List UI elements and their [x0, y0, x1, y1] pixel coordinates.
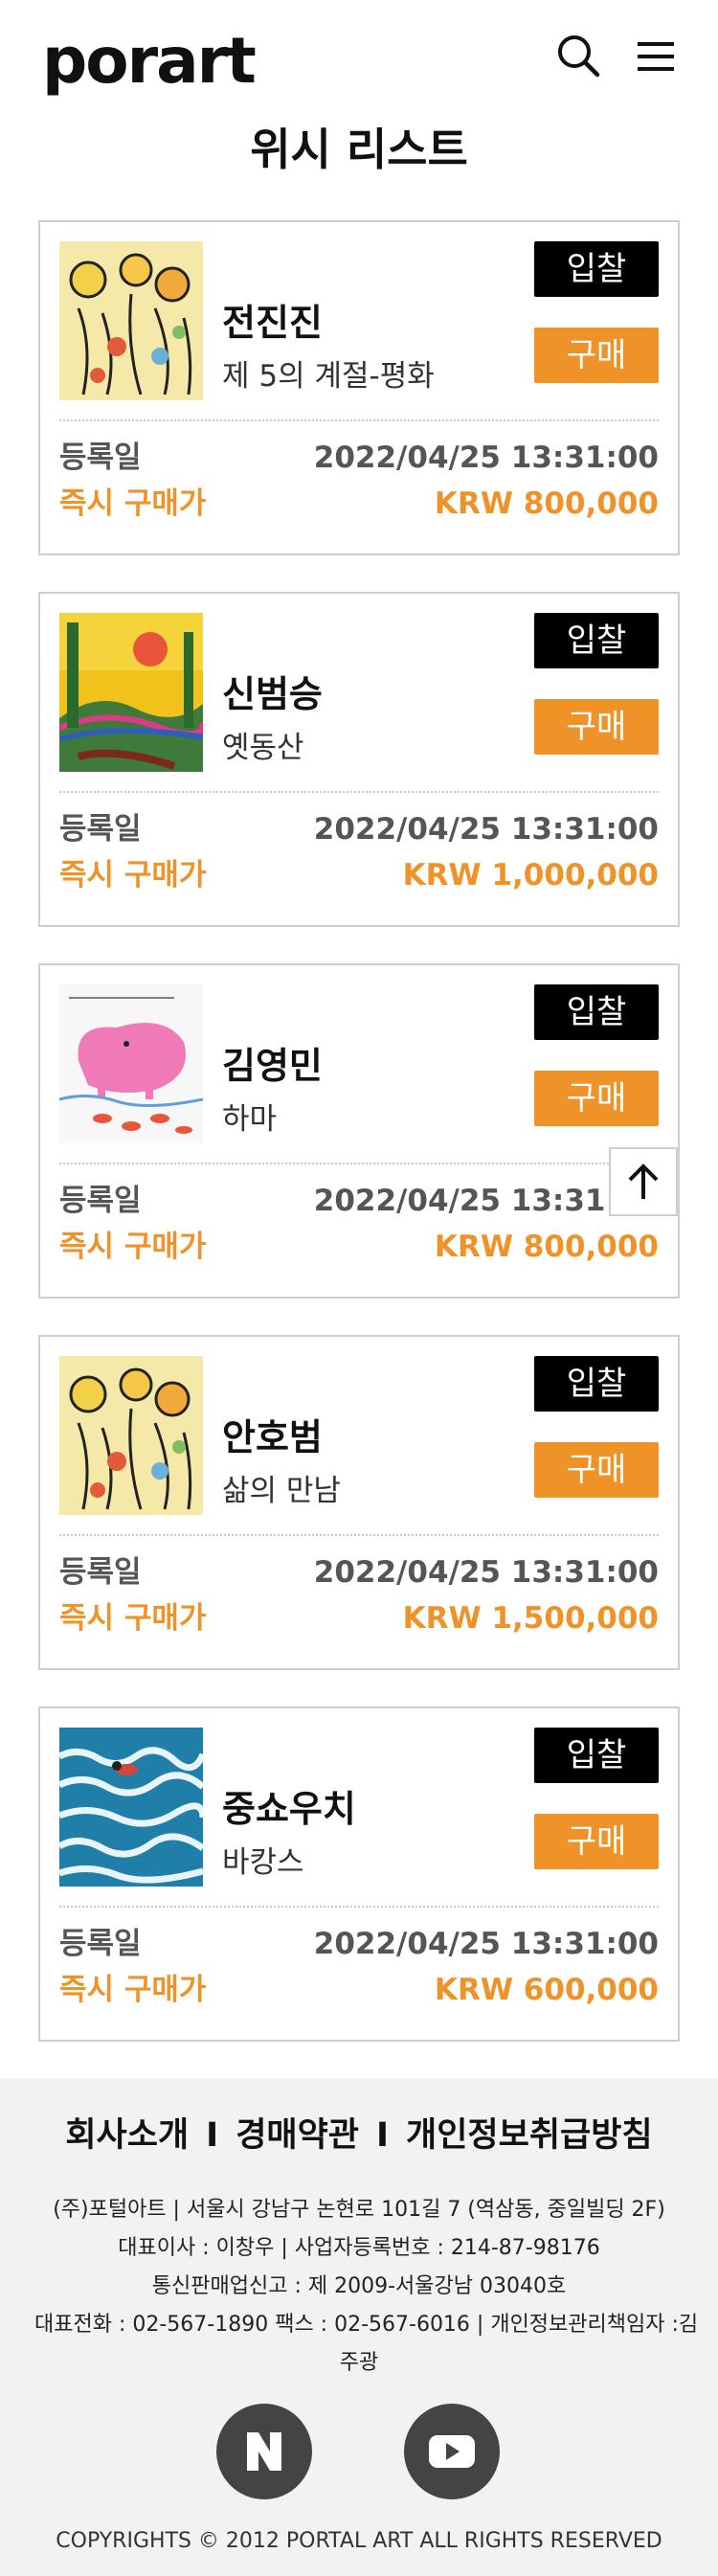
- copyright: COPYRIGHTS © 2012 PORTAL ART ALL RIGHTS …: [56, 2529, 662, 2553]
- registered-label: 등록일: [59, 812, 142, 847]
- registered-date: 2022/04/25 13:31:00: [313, 812, 659, 847]
- scroll-to-top-button[interactable]: [609, 1147, 678, 1216]
- artwork-title[interactable]: 하마: [222, 1099, 277, 1140]
- registered-date: 2022/04/25 13:31:00: [313, 1555, 659, 1590]
- buy-button[interactable]: 구매: [534, 1814, 659, 1869]
- instant-price-label: 즉시 구매가: [59, 486, 207, 521]
- instant-price-label: 즉시 구매가: [59, 858, 207, 893]
- wishlist-card: 전진진 제 5의 계절-평화 입찰 구매 등록일 2022/04/25 13:3…: [38, 220, 680, 555]
- wishlist-card: 중쇼우치 바캉스 입찰 구매 등록일 2022/04/25 13:31:00 즉…: [38, 1706, 680, 2042]
- registered-label: 등록일: [59, 1184, 142, 1218]
- registered-date: 2022/04/25 13:31:00: [313, 1184, 659, 1218]
- registered-label: 등록일: [59, 1927, 142, 1961]
- header: porart: [0, 0, 718, 115]
- artwork-title[interactable]: 옛동산: [222, 728, 304, 768]
- instant-price-value: KRW 1,000,000: [402, 858, 659, 893]
- wishlist-card: 안호범 삶의 만남 입찰 구매 등록일 2022/04/25 13:31:00 …: [38, 1335, 680, 1670]
- instant-price-label: 즉시 구매가: [59, 1230, 207, 1264]
- artwork-thumbnail[interactable]: [59, 1356, 203, 1515]
- company-info-line: 통신판매업신고 : 제 2009-서울강남 03040호: [151, 2274, 567, 2298]
- wishlist-card: 신범승 옛동산 입찰 구매 등록일 2022/04/25 13:31:00 즉시…: [38, 592, 680, 927]
- footer-separator: I: [376, 2116, 390, 2155]
- footer-link-terms[interactable]: 경매약관: [236, 2111, 359, 2160]
- instant-price-value: KRW 800,000: [434, 1230, 659, 1264]
- artist-name[interactable]: 안호범: [222, 1413, 323, 1461]
- bid-button[interactable]: 입찰: [534, 1356, 659, 1412]
- registered-label: 등록일: [59, 1555, 142, 1590]
- artwork-title[interactable]: 제 5의 계절-평화: [222, 356, 435, 396]
- artwork-thumbnail[interactable]: [59, 241, 203, 400]
- instant-price-value: KRW 1,500,000: [402, 1601, 659, 1636]
- divider: [59, 1906, 659, 1908]
- divider: [59, 419, 659, 421]
- buy-button[interactable]: 구매: [534, 1071, 659, 1126]
- instant-price-value: KRW 800,000: [434, 486, 659, 521]
- arrow-up-icon: [628, 1164, 659, 1199]
- menu-icon[interactable]: [630, 31, 682, 82]
- divider: [59, 791, 659, 793]
- artwork-thumbnail[interactable]: [59, 984, 203, 1143]
- footer-link-company[interactable]: 회사소개: [65, 2111, 189, 2160]
- artwork-thumbnail[interactable]: [59, 613, 203, 772]
- artist-name[interactable]: 전진진: [222, 299, 323, 347]
- youtube-icon[interactable]: [404, 2404, 500, 2499]
- instant-price-value: KRW 600,000: [434, 1973, 659, 2007]
- bid-button[interactable]: 입찰: [534, 1728, 659, 1783]
- search-icon[interactable]: [553, 31, 605, 82]
- artwork-thumbnail[interactable]: [59, 1728, 203, 1887]
- footer-separator: I: [206, 2116, 219, 2155]
- company-info-line: 대표전화 : 02-567-1890 팩스 : 02-567-6016 | 개인…: [34, 2313, 699, 2337]
- company-info-line: (주)포털아트 | 서울시 강남구 논현로 101길 7 (역삼동, 중일빌딩 …: [53, 2198, 665, 2222]
- instant-price-label: 즉시 구매가: [59, 1973, 207, 2007]
- registered-label: 등록일: [59, 441, 142, 475]
- instant-price-label: 즉시 구매가: [59, 1601, 207, 1636]
- bid-button[interactable]: 입찰: [534, 241, 659, 297]
- buy-button[interactable]: 구매: [534, 328, 659, 383]
- logo[interactable]: porart: [42, 23, 257, 100]
- buy-button[interactable]: 구매: [534, 1442, 659, 1498]
- artist-name[interactable]: 김영민: [222, 1042, 323, 1090]
- page-title: 위시 리스트: [250, 124, 468, 175]
- buy-button[interactable]: 구매: [534, 699, 659, 755]
- divider: [59, 1534, 659, 1536]
- bid-button[interactable]: 입찰: [534, 613, 659, 668]
- registered-date: 2022/04/25 13:31:00: [313, 441, 659, 475]
- company-info-line: 대표이사 : 이창우 | 사업자등록번호 : 214-87-98176: [118, 2236, 600, 2260]
- divider: [59, 1163, 659, 1164]
- footer: 회사소개 I 경매약관 I 개인정보취급방침 (주)포털아트 | 서울시 강남구 논현로…: [0, 2078, 718, 2576]
- company-info: (주)포털아트 | 서울시 강남구 논현로 101길 7 (역삼동, 중일빌딩 …: [34, 2191, 699, 2383]
- registered-date: 2022/04/25 13:31:00: [313, 1927, 659, 1961]
- company-info-line: 주광: [339, 2351, 379, 2375]
- footer-links: 회사소개 I 경매약관 I 개인정보취급방침: [0, 2111, 718, 2160]
- artist-name[interactable]: 중쇼우치: [222, 1785, 356, 1833]
- artwork-title[interactable]: 바캉스: [222, 1842, 304, 1883]
- wishlist-card: 김영민 하마 입찰 구매 등록일 2022/04/25 13:31:00 즉시 …: [38, 963, 680, 1299]
- footer-link-privacy[interactable]: 개인정보취급방침: [406, 2111, 653, 2160]
- naver-icon[interactable]: [216, 2404, 312, 2499]
- artwork-title[interactable]: 삶의 만남: [222, 1471, 341, 1511]
- bid-button[interactable]: 입찰: [534, 984, 659, 1040]
- artist-name[interactable]: 신범승: [222, 670, 323, 718]
